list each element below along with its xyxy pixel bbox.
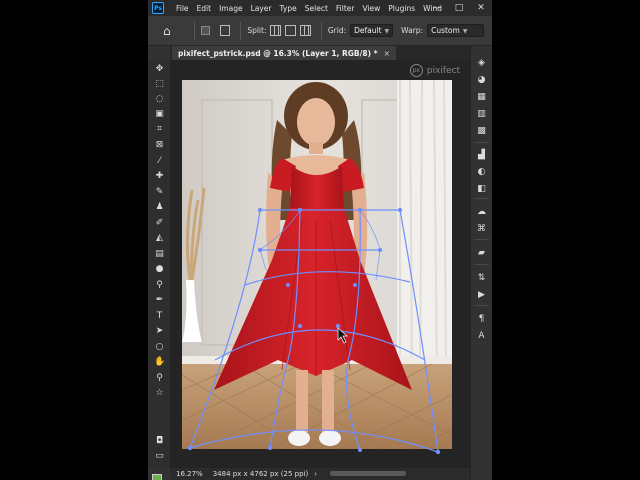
photoshop-window: Ps File Edit Image Layer Type Select Fil… bbox=[148, 0, 492, 480]
menu-layer[interactable]: Layer bbox=[247, 4, 276, 13]
menu-type[interactable]: Type bbox=[276, 4, 301, 13]
paragraph-icon[interactable]: ¶ bbox=[476, 314, 487, 325]
divider bbox=[240, 21, 242, 40]
eraser-tool-icon[interactable]: ◭ bbox=[154, 233, 165, 244]
document-dimensions: 3484 px x 4762 px (25 ppi) bbox=[212, 470, 309, 478]
split-cross-icon[interactable] bbox=[270, 25, 282, 36]
patterns-icon[interactable]: ▩ bbox=[476, 126, 487, 137]
photoshop-logo: Ps bbox=[152, 2, 164, 14]
eyedropper-tool-icon[interactable]: ⁄ bbox=[154, 156, 165, 167]
pen-tool-icon[interactable]: ✒ bbox=[154, 295, 165, 306]
document-tab-bar: pixifect_pstrick.psd @ 16.3% (Layer 1, R… bbox=[170, 46, 470, 60]
document-title: pixifect_pstrick.psd @ 16.3% (Layer 1, R… bbox=[178, 48, 378, 58]
hand-tool-icon[interactable]: ✋ bbox=[154, 357, 165, 368]
status-menu-arrow[interactable]: › bbox=[314, 470, 317, 478]
warp-select[interactable]: Custom ▼ bbox=[427, 24, 484, 37]
minimize-button[interactable]: — bbox=[426, 0, 448, 16]
close-tab-icon[interactable]: × bbox=[384, 49, 390, 58]
document-tab[interactable]: pixifect_pstrick.psd @ 16.3% (Layer 1, R… bbox=[172, 46, 396, 60]
canvas-area[interactable]: px pixifect bbox=[170, 60, 470, 468]
menu-image[interactable]: Image bbox=[215, 4, 247, 13]
blur-tool-icon[interactable]: ● bbox=[154, 264, 165, 275]
move-tool-icon[interactable]: ✥ bbox=[154, 64, 165, 75]
divider bbox=[193, 21, 195, 40]
type-tool-icon[interactable]: T bbox=[154, 311, 165, 322]
chevron-down-icon: ▼ bbox=[462, 28, 468, 35]
actions-icon[interactable]: ▶ bbox=[476, 290, 487, 301]
options-bar: ⌂ Split: Grid: Default ▼ Warp: Custom ▼ bbox=[148, 16, 492, 46]
edit-toolbar-icon[interactable]: ☆ bbox=[154, 388, 165, 399]
grid-select[interactable]: Default ▼ bbox=[350, 24, 394, 37]
menu-select[interactable]: Select bbox=[301, 4, 332, 13]
foreground-color-swatch[interactable] bbox=[152, 474, 162, 480]
comments-icon[interactable]: ▰ bbox=[476, 248, 487, 259]
screen-mode-icon[interactable]: ▭ bbox=[154, 451, 165, 462]
menu-view[interactable]: View bbox=[358, 4, 384, 13]
frame-tool-icon[interactable]: ⊠ bbox=[154, 140, 165, 151]
warp-label: Warp: bbox=[401, 26, 424, 35]
gradients-icon[interactable]: ▥ bbox=[476, 109, 487, 120]
home-icon[interactable]: ⌂ bbox=[160, 24, 174, 38]
zoom-level[interactable]: 16.27% bbox=[176, 470, 203, 478]
brush-tool-icon[interactable]: ✎ bbox=[154, 187, 165, 198]
history-brush-tool-icon[interactable]: ✐ bbox=[154, 218, 165, 229]
tools-panel: ✥ ⬚ ◌ ▣ ⌗ ⊠ ⁄ ✚ ✎ ♟ ✐ ◭ ▤ ● ⚲ ✒ T ➤ ○ ✋ … bbox=[148, 60, 170, 480]
window-controls: — □ ✕ bbox=[426, 0, 492, 16]
marquee-tool-icon[interactable]: ⬚ bbox=[154, 79, 165, 90]
panel-dock: ◈ ◕ ▦ ▥ ▩ ▟ ◐ ◧ ☁ ⌘ ▰ ⇅ ▶ ¶ A bbox=[470, 46, 492, 480]
path-selection-tool-icon[interactable]: ➤ bbox=[154, 326, 165, 337]
adjustments-icon[interactable]: ◐ bbox=[476, 167, 487, 178]
navigator-icon[interactable]: ◧ bbox=[476, 184, 487, 195]
menu-filter[interactable]: Filter bbox=[332, 4, 359, 13]
grid-label: Grid: bbox=[327, 26, 347, 35]
status-bar: 16.27% 3484 px x 4762 px (25 ppi) › bbox=[170, 468, 330, 480]
healing-brush-tool-icon[interactable]: ✚ bbox=[154, 171, 165, 182]
split-horizontal-icon[interactable] bbox=[300, 25, 311, 36]
lasso-tool-icon[interactable]: ◌ bbox=[154, 94, 165, 105]
quick-mask-icon[interactable]: ◘ bbox=[154, 436, 165, 447]
libraries-icon[interactable]: ☁ bbox=[476, 207, 487, 218]
menu-bar: Ps File Edit Image Layer Type Select Fil… bbox=[148, 0, 492, 16]
menu-plugins[interactable]: Plugins bbox=[384, 4, 419, 13]
dodge-tool-icon[interactable]: ⚲ bbox=[154, 280, 165, 291]
divider bbox=[475, 198, 489, 199]
menu-file[interactable]: File bbox=[172, 4, 193, 13]
grid-value: Default bbox=[354, 26, 382, 35]
menu-edit[interactable]: Edit bbox=[193, 4, 216, 13]
warp-mesh[interactable] bbox=[170, 60, 470, 468]
color-icon[interactable]: ◕ bbox=[476, 75, 487, 86]
warp-value: Custom bbox=[431, 26, 460, 35]
checkbox[interactable] bbox=[200, 26, 210, 35]
warp-option-icon[interactable] bbox=[219, 25, 231, 36]
histogram-icon[interactable]: ▟ bbox=[476, 150, 487, 161]
swatches-icon[interactable]: ▦ bbox=[476, 92, 487, 103]
maximize-button[interactable]: □ bbox=[448, 0, 470, 16]
chevron-down-icon: ▼ bbox=[384, 28, 390, 35]
divider bbox=[475, 142, 489, 143]
horizontal-scroll-thumb[interactable] bbox=[330, 471, 406, 476]
clone-stamp-tool-icon[interactable]: ♟ bbox=[154, 202, 165, 213]
crop-tool-icon[interactable]: ⌗ bbox=[154, 124, 165, 135]
object-selection-tool-icon[interactable]: ▣ bbox=[154, 109, 165, 120]
layers-icon[interactable]: ◈ bbox=[476, 58, 487, 69]
paths-icon[interactable]: ⌘ bbox=[476, 224, 487, 235]
divider bbox=[475, 305, 489, 306]
split-label: Split: bbox=[247, 26, 267, 35]
zoom-tool-icon[interactable]: ⚲ bbox=[154, 373, 165, 384]
ellipse-tool-icon[interactable]: ○ bbox=[154, 342, 165, 353]
divider bbox=[475, 239, 489, 240]
divider bbox=[320, 21, 322, 40]
split-vertical-icon[interactable] bbox=[285, 25, 297, 36]
divider bbox=[475, 264, 489, 265]
character-icon[interactable]: A bbox=[476, 331, 487, 342]
close-window-button[interactable]: ✕ bbox=[470, 0, 492, 16]
properties-icon[interactable]: ⇅ bbox=[476, 273, 487, 284]
gradient-tool-icon[interactable]: ▤ bbox=[154, 249, 165, 260]
